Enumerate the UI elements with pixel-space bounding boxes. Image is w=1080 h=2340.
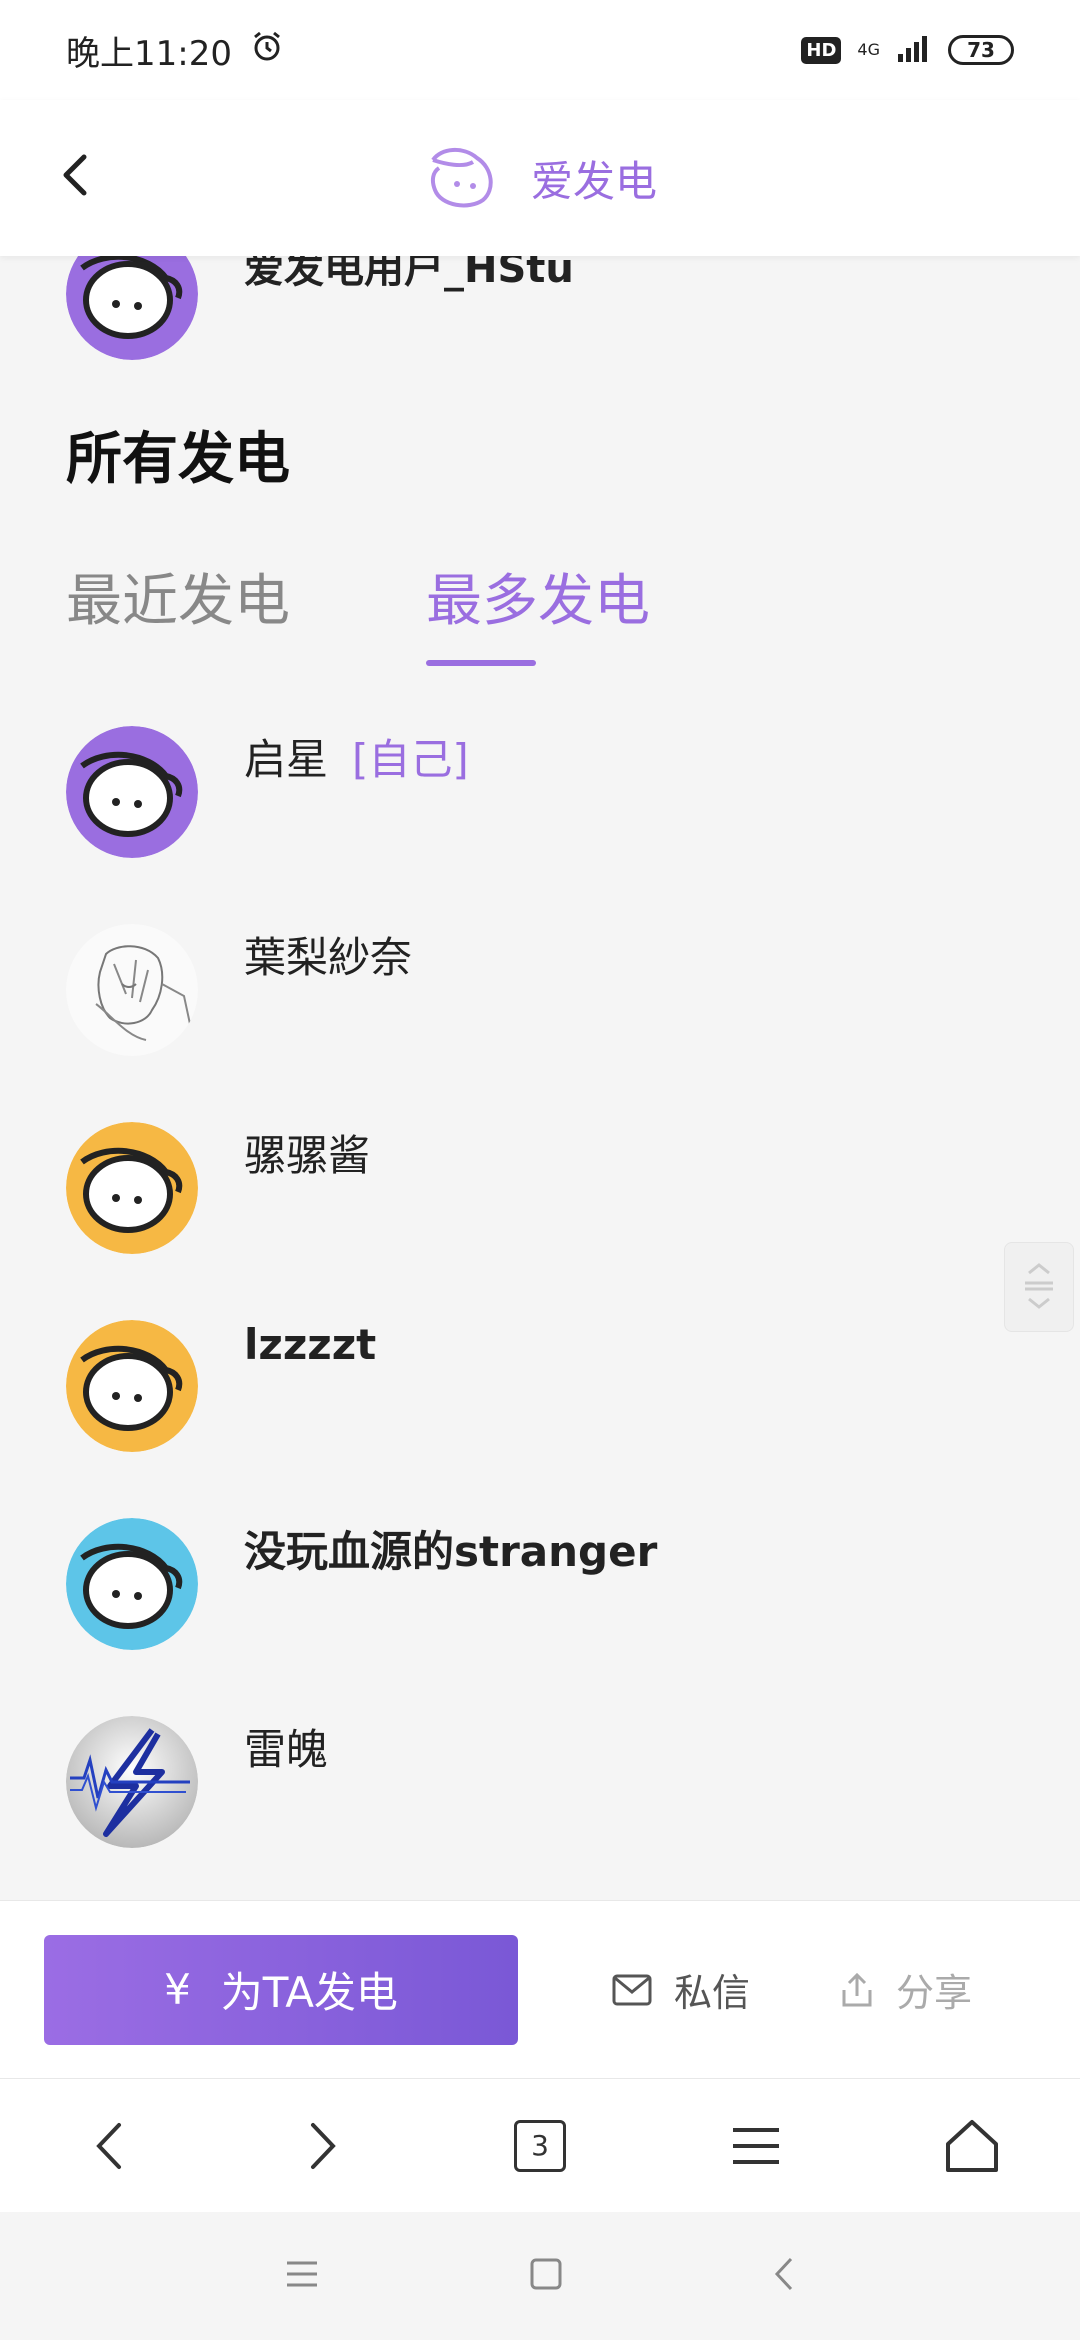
yen-icon: ¥ bbox=[164, 1965, 191, 2014]
section-title: 所有发电 bbox=[66, 427, 290, 492]
back-arrow-icon bbox=[63, 154, 87, 196]
supporter-name: 雷魄 bbox=[244, 1725, 329, 1774]
share-icon bbox=[842, 1972, 872, 2006]
share-button[interactable]: 分享 bbox=[840, 1962, 972, 2017]
supporters-content: 爱发电用户_HStu 所有发电 最近发电 最多发电 启星 [自己] 葉梨紗奈 骡… bbox=[0, 256, 1080, 1900]
tab-recent[interactable]: 最近发电 bbox=[66, 556, 290, 666]
home-square-icon[interactable] bbox=[529, 2257, 563, 2295]
tabs-button[interactable]: 3 bbox=[490, 2096, 590, 2196]
avatar bbox=[66, 256, 198, 360]
avatar bbox=[66, 1716, 198, 1848]
supporter-name: 葉梨紗奈 bbox=[244, 933, 413, 982]
avatar bbox=[66, 924, 198, 1056]
avatar bbox=[66, 1518, 198, 1650]
status-bar: 晚上11:20 HD 4G 73 bbox=[0, 0, 1080, 100]
recents-icon[interactable] bbox=[285, 2259, 319, 2293]
alarm-icon bbox=[250, 29, 284, 72]
share-label: 分享 bbox=[896, 1971, 973, 2015]
system-back-icon[interactable] bbox=[773, 2256, 795, 2296]
supporter-name: 骡骡酱 bbox=[244, 1131, 371, 1180]
network-label: 4G bbox=[857, 40, 880, 59]
brand: 爱发电 bbox=[423, 144, 657, 212]
back-button[interactable] bbox=[40, 140, 110, 210]
creator-name: 爱发电用户_HStu bbox=[244, 256, 574, 292]
app-header: 爱发电 bbox=[0, 100, 1080, 256]
creator-row[interactable]: 爱发电用户_HStu bbox=[66, 256, 574, 360]
home-button[interactable] bbox=[922, 2096, 1022, 2196]
sort-tabs: 最近发电 最多发电 bbox=[66, 556, 650, 666]
list-item[interactable]: 骡骡酱 bbox=[66, 1122, 1026, 1320]
mail-icon bbox=[612, 1974, 652, 2005]
signal-icon bbox=[896, 34, 932, 66]
action-bar: ¥ 为TA发电 私信 分享 bbox=[0, 1900, 1080, 2078]
mascot-logo-icon bbox=[423, 144, 503, 212]
chevron-right-icon bbox=[311, 2122, 336, 2169]
self-tag: [自己] bbox=[352, 735, 469, 784]
home-icon bbox=[946, 2119, 998, 2172]
menu-button[interactable] bbox=[706, 2096, 806, 2196]
charge-label: 为TA发电 bbox=[220, 1968, 398, 2017]
supporter-name: lzzzzt bbox=[244, 1320, 377, 1369]
list-item[interactable]: lzzzzt bbox=[66, 1320, 1026, 1518]
page-title: 爱发电 bbox=[530, 156, 657, 206]
message-button[interactable]: 私信 bbox=[612, 1962, 750, 2017]
list-item[interactable]: 没玩血源的stranger bbox=[66, 1518, 1026, 1716]
browser-toolbar: 3 bbox=[0, 2078, 1080, 2212]
avatar bbox=[66, 1320, 198, 1452]
supporter-list: 启星 [自己] 葉梨紗奈 骡骡酱 lzzzzt 没玩血源的stranger 雷魄 bbox=[66, 726, 1026, 1900]
list-item[interactable]: 雷魄 bbox=[66, 1716, 1026, 1900]
chevron-left-icon bbox=[96, 2122, 121, 2169]
supporter-name: 启星 bbox=[244, 735, 329, 784]
system-navigation bbox=[0, 2212, 1080, 2340]
message-label: 私信 bbox=[674, 1971, 751, 2015]
browser-back-button[interactable] bbox=[58, 2096, 158, 2196]
avatar bbox=[66, 726, 198, 858]
charge-button[interactable]: ¥ 为TA发电 bbox=[44, 1934, 518, 2045]
tab-count: 3 bbox=[514, 2119, 566, 2172]
list-item[interactable]: 葉梨紗奈 bbox=[66, 924, 1026, 1122]
scroll-handle[interactable] bbox=[1004, 1242, 1074, 1332]
tab-most[interactable]: 最多发电 bbox=[426, 556, 650, 666]
battery-indicator: 73 bbox=[948, 35, 1014, 65]
supporter-name: 没玩血源的stranger bbox=[244, 1527, 658, 1576]
list-item[interactable]: 启星 [自己] bbox=[66, 726, 1026, 924]
browser-forward-button[interactable] bbox=[274, 2096, 374, 2196]
hd-badge: HD bbox=[801, 36, 842, 64]
status-time: 晚上11:20 bbox=[66, 33, 232, 74]
scroll-grip-icon bbox=[1025, 1263, 1053, 1309]
avatar bbox=[66, 1122, 198, 1254]
hamburger-icon bbox=[733, 2127, 779, 2164]
